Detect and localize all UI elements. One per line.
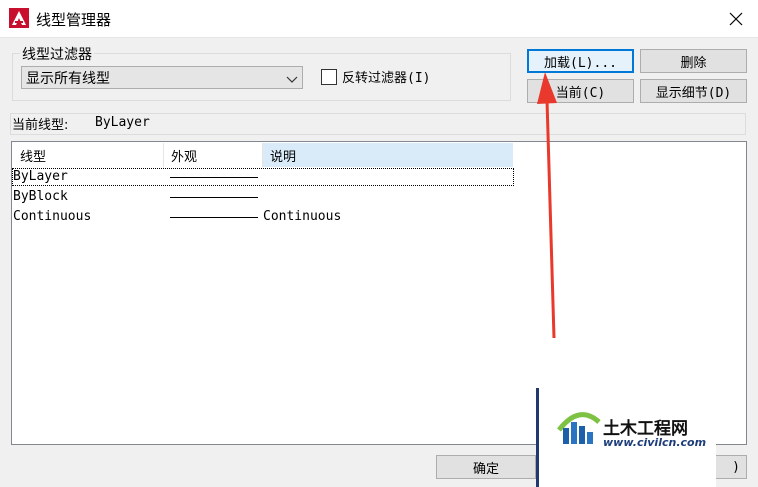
chevron-down-icon: [286, 73, 298, 83]
show-details-button[interactable]: 显示细节(D): [640, 79, 747, 103]
filter-dropdown[interactable]: 显示所有线型: [21, 66, 303, 89]
linetype-appearance: [170, 197, 258, 198]
close-icon[interactable]: [718, 4, 754, 34]
table-row[interactable]: Continuous Continuous: [12, 208, 514, 226]
table-row[interactable]: ByBlock: [12, 188, 514, 206]
invert-filter-label[interactable]: 反转过滤器(I): [342, 67, 430, 86]
linetype-name: ByBlock: [13, 189, 68, 204]
window-title: 线型管理器: [36, 11, 112, 29]
linetype-name: Continuous: [13, 209, 92, 224]
current-linetype-value: ByLayer: [95, 115, 150, 130]
help-button[interactable]: ): [714, 455, 747, 479]
linetype-name: ByLayer: [13, 169, 68, 184]
current-button[interactable]: 当前(C): [527, 79, 634, 103]
linetype-description: Continuous: [263, 209, 342, 224]
filter-group-label: 线型过滤器: [20, 44, 94, 64]
watermark-logo: 土木工程网 www.civilcn.com: [536, 388, 716, 487]
autocad-logo-icon: [9, 8, 29, 28]
linetype-appearance: [170, 217, 258, 218]
column-header-linetype[interactable]: 线型: [13, 143, 164, 167]
building-logo-icon: [557, 412, 601, 444]
linetype-appearance: [170, 177, 258, 178]
filter-dropdown-value: 显示所有线型: [26, 71, 110, 87]
delete-button[interactable]: 删除: [640, 49, 747, 73]
title-bar: 线型管理器: [0, 0, 758, 38]
column-header-description[interactable]: 说明: [263, 143, 513, 167]
invert-filter-checkbox[interactable]: [321, 69, 337, 85]
ok-button[interactable]: 确定: [436, 455, 536, 479]
current-linetype-label: 当前线型:: [12, 118, 69, 133]
column-header-appearance[interactable]: 外观: [164, 143, 263, 167]
load-button[interactable]: 加载(L)...: [527, 49, 634, 73]
watermark-url: www.civilcn.com: [603, 436, 707, 449]
table-row[interactable]: ByLayer: [12, 168, 514, 186]
